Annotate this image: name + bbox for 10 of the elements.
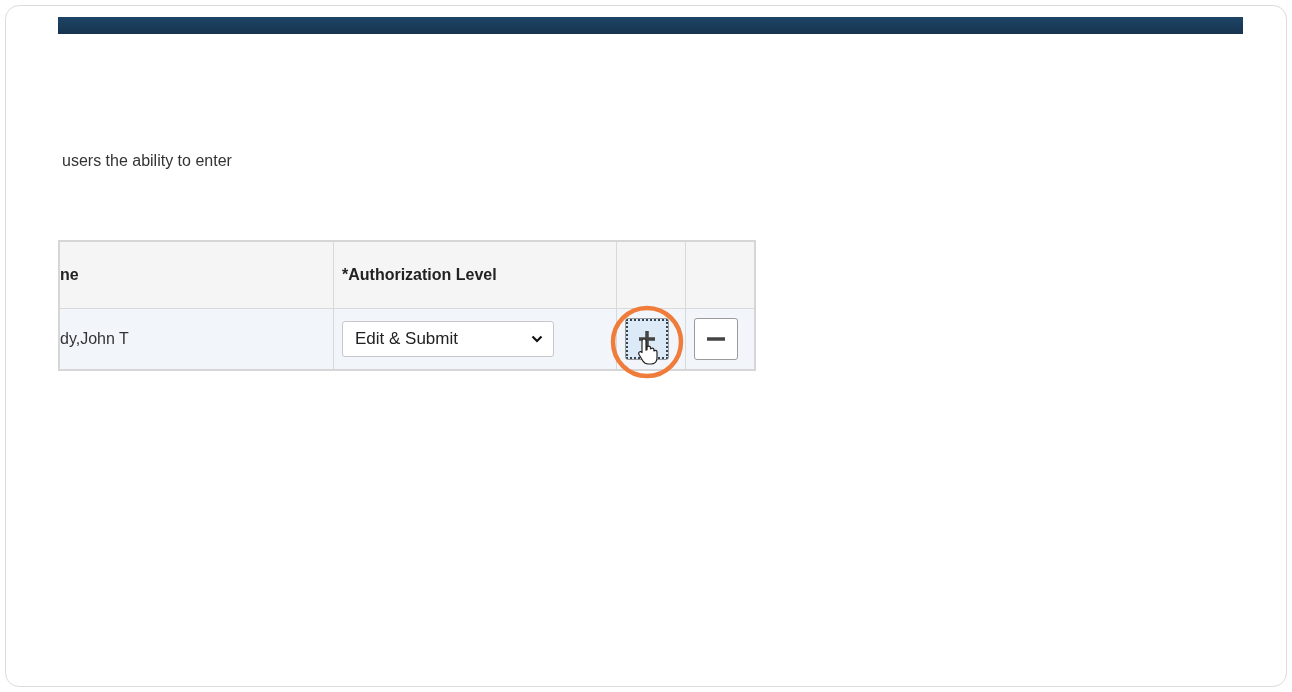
authorization-level-dropdown[interactable]: Edit & Submit xyxy=(342,321,554,357)
column-header: *Authorization Level xyxy=(333,241,617,309)
intro-text: users the ability to enter xyxy=(62,152,233,170)
table-cell: dy,John T xyxy=(59,308,334,370)
plus-icon xyxy=(637,329,657,349)
hand-cursor-icon xyxy=(637,337,659,365)
minus-icon xyxy=(706,337,726,341)
chevron-down-icon xyxy=(531,335,543,343)
column-header: ne xyxy=(59,241,334,309)
remove-row-button[interactable] xyxy=(694,318,738,360)
